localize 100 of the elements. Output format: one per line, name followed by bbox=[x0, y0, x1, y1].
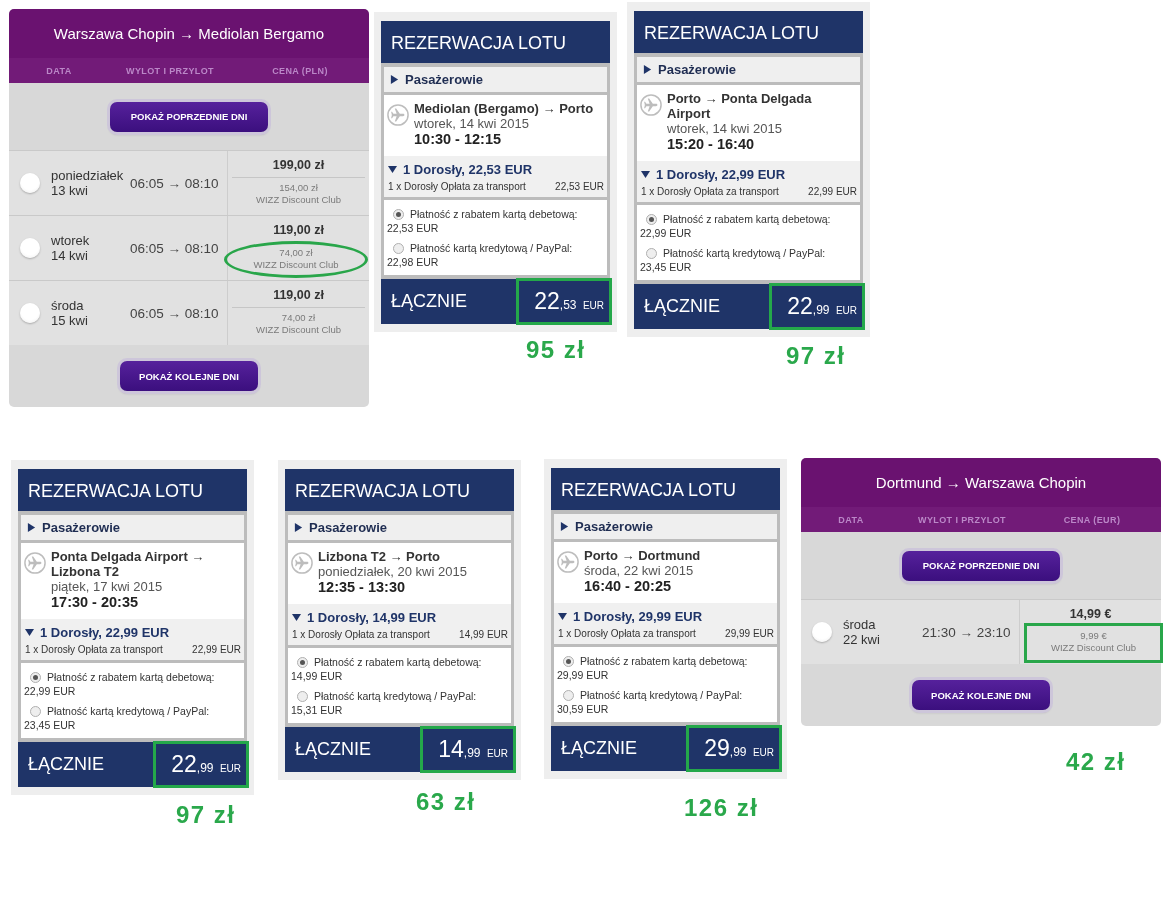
flight-times: 15:20 - 16:40 bbox=[667, 136, 755, 153]
price-annotation: 97 zł bbox=[786, 342, 846, 370]
payment-amount: 23,45 EUR bbox=[24, 719, 76, 731]
radio-button[interactable] bbox=[20, 303, 40, 323]
radio-button[interactable] bbox=[297, 656, 308, 668]
fare-toggle[interactable]: 1 Dorosły, 22,99 EUR bbox=[641, 165, 786, 183]
club-label: WIZZ Discount Club bbox=[1051, 642, 1136, 654]
fare-toggle[interactable]: 1 Dorosły, 29,99 EUR bbox=[558, 607, 703, 625]
payment-amount: 22,98 EUR bbox=[387, 256, 439, 268]
show-next-days-button[interactable]: POKAŻ KOLEJNE DNI bbox=[120, 361, 258, 391]
payment-amount: 22,99 EUR bbox=[24, 685, 76, 697]
radio-button[interactable] bbox=[563, 655, 574, 667]
radio-button[interactable] bbox=[30, 705, 41, 717]
passengers-toggle[interactable]: Pasażerowie bbox=[288, 515, 511, 540]
payment-option-label: Płatność z rabatem kartą debetową: bbox=[410, 207, 578, 221]
passengers-toggle[interactable]: Pasażerowie bbox=[637, 57, 860, 82]
flight-times: 06:05 → 08:10 bbox=[130, 175, 219, 191]
airplane-icon bbox=[557, 551, 579, 573]
route-title: Warszawa Chopin → Mediolan Bergamo bbox=[9, 9, 369, 58]
day-row[interactable]: środa 15 kwi 06:05 → 08:10 119,00 zł 74,00 zł WIZZ Discount Club bbox=[9, 280, 369, 345]
airplane-icon bbox=[291, 552, 313, 574]
radio-button[interactable] bbox=[812, 622, 832, 642]
show-previous-days-button[interactable]: POKAŻ POPRZEDNIE DNI bbox=[902, 550, 1060, 581]
show-previous-days-button[interactable]: POKAŻ POPRZEDNIE DNI bbox=[110, 101, 268, 132]
payment-option-label: Płatność z rabatem kartą debetową: bbox=[580, 654, 748, 668]
flight-route: Lizbona T2 → Porto bbox=[318, 549, 441, 564]
club-price: 74,00 zł bbox=[279, 247, 313, 259]
total-label: ŁĄCZNIE bbox=[643, 296, 721, 317]
club-price: 9,99 € bbox=[1080, 630, 1107, 642]
flight-times: 16:40 - 20:25 bbox=[584, 578, 672, 595]
fare-line-label: 1 x Dorosły Opłata za transport bbox=[641, 186, 779, 198]
fare-line-amount: 22,99 EUR bbox=[808, 186, 857, 198]
total-price: 22,99 EUR bbox=[769, 283, 865, 330]
payment-option-label: Płatność kartą kredytową / PayPal: bbox=[410, 241, 573, 255]
payment-amount: 23,45 EUR bbox=[640, 261, 692, 273]
club-label: WIZZ Discount Club bbox=[256, 194, 341, 206]
payment-option-label: Płatność z rabatem kartą debetową: bbox=[314, 655, 482, 669]
radio-button[interactable] bbox=[393, 208, 404, 220]
fare-line-amount: 14,99 EUR bbox=[459, 629, 508, 641]
day-date: 14 kwi bbox=[51, 248, 88, 263]
day-date: 15 kwi bbox=[51, 313, 88, 328]
fare-line-amount: 29,99 EUR bbox=[725, 628, 774, 640]
payment-option-label: Płatność kartą kredytową / PayPal: bbox=[580, 688, 743, 702]
radio-button[interactable] bbox=[646, 247, 657, 259]
flight-date: poniedziałek, 20 kwi 2015 bbox=[318, 564, 467, 579]
fare-toggle[interactable]: 1 Dorosły, 22,53 EUR bbox=[388, 160, 533, 178]
flight-route: Mediolan (Bergamo) → Porto bbox=[414, 101, 594, 116]
total-price: 22,99 EUR bbox=[153, 741, 249, 788]
payment-option-label: Płatność kartą kredytową / PayPal: bbox=[314, 689, 477, 703]
radio-button[interactable] bbox=[20, 173, 40, 193]
radio-button[interactable] bbox=[646, 213, 657, 225]
column-header: DATA bbox=[46, 65, 72, 76]
payment-amount: 22,53 EUR bbox=[387, 222, 439, 234]
passengers-toggle[interactable]: Pasażerowie bbox=[384, 67, 607, 92]
show-next-days-button[interactable]: POKAŻ KOLEJNE DNI bbox=[912, 680, 1050, 710]
airplane-icon bbox=[387, 104, 409, 126]
flight-date: wtorek, 14 kwi 2015 bbox=[667, 121, 782, 136]
club-price: 154,00 zł bbox=[279, 182, 318, 194]
flight-route: Porto → Dortmund bbox=[584, 548, 701, 563]
payment-option-label: Płatność z rabatem kartą debetową: bbox=[47, 670, 215, 684]
fare-toggle[interactable]: 1 Dorosły, 14,99 EUR bbox=[292, 608, 437, 626]
day-row[interactable]: środa 22 kwi 21:30 → 23:10 14,99 € 9,99 € WIZZ Discount Club bbox=[801, 599, 1161, 664]
day-row[interactable]: wtorek 14 kwi 06:05 → 08:10 119,00 zł 74,00 zł WIZZ Discount Club bbox=[9, 215, 369, 280]
radio-button[interactable] bbox=[30, 671, 41, 683]
radio-button[interactable] bbox=[393, 242, 404, 254]
column-header: CENA (PLN) bbox=[272, 65, 328, 76]
payment-amount: 15,31 EUR bbox=[291, 704, 343, 716]
caret-right-icon bbox=[643, 65, 652, 74]
caret-down-icon bbox=[292, 612, 301, 622]
caret-right-icon bbox=[560, 522, 569, 531]
radio-button[interactable] bbox=[297, 690, 308, 702]
total-price: 29,99 EUR bbox=[686, 725, 782, 772]
fare-line-label: 1 x Dorosły Opłata za transport bbox=[558, 628, 696, 640]
fare-price: 14,99 € bbox=[1069, 606, 1112, 622]
column-header: CENA (EUR) bbox=[1063, 514, 1121, 525]
caret-right-icon bbox=[27, 523, 36, 532]
fare-price: 119,00 zł bbox=[273, 222, 324, 238]
passengers-toggle[interactable]: Pasażerowie bbox=[554, 514, 777, 539]
fare-toggle[interactable]: 1 Dorosły, 22,99 EUR bbox=[25, 623, 170, 641]
total-price: 22,53 EUR bbox=[516, 278, 612, 325]
flight-date: piątek, 17 kwi 2015 bbox=[51, 579, 163, 594]
radio-button[interactable] bbox=[563, 689, 574, 701]
price-annotation: 42 zł bbox=[1066, 748, 1126, 776]
passengers-toggle[interactable]: Pasażerowie bbox=[21, 515, 244, 540]
flight-times: 06:05 → 08:10 bbox=[130, 240, 219, 256]
price-annotation: 97 zł bbox=[176, 801, 236, 829]
total-label: ŁĄCZNIE bbox=[27, 754, 105, 775]
flight-route: Porto → Ponta Delgada Airport bbox=[667, 91, 813, 121]
caret-down-icon bbox=[388, 164, 397, 174]
booking-title: REZERWACJA LOTU bbox=[285, 469, 514, 511]
club-label: WIZZ Discount Club bbox=[256, 324, 341, 336]
payment-option-label: Płatność kartą kredytową / PayPal: bbox=[47, 704, 210, 718]
price-annotation: 95 zł bbox=[526, 336, 586, 364]
payment-option-label: Płatność z rabatem kartą debetową: bbox=[663, 212, 831, 226]
radio-button[interactable] bbox=[20, 238, 40, 258]
payment-amount: 22,99 EUR bbox=[640, 227, 692, 239]
flight-times: 12:35 - 13:30 bbox=[318, 579, 406, 596]
flight-date: wtorek, 14 kwi 2015 bbox=[414, 116, 529, 131]
column-header: WYLOT I PRZYLOT bbox=[918, 514, 1006, 525]
fare-line-label: 1 x Dorosły Opłata za transport bbox=[388, 181, 526, 193]
